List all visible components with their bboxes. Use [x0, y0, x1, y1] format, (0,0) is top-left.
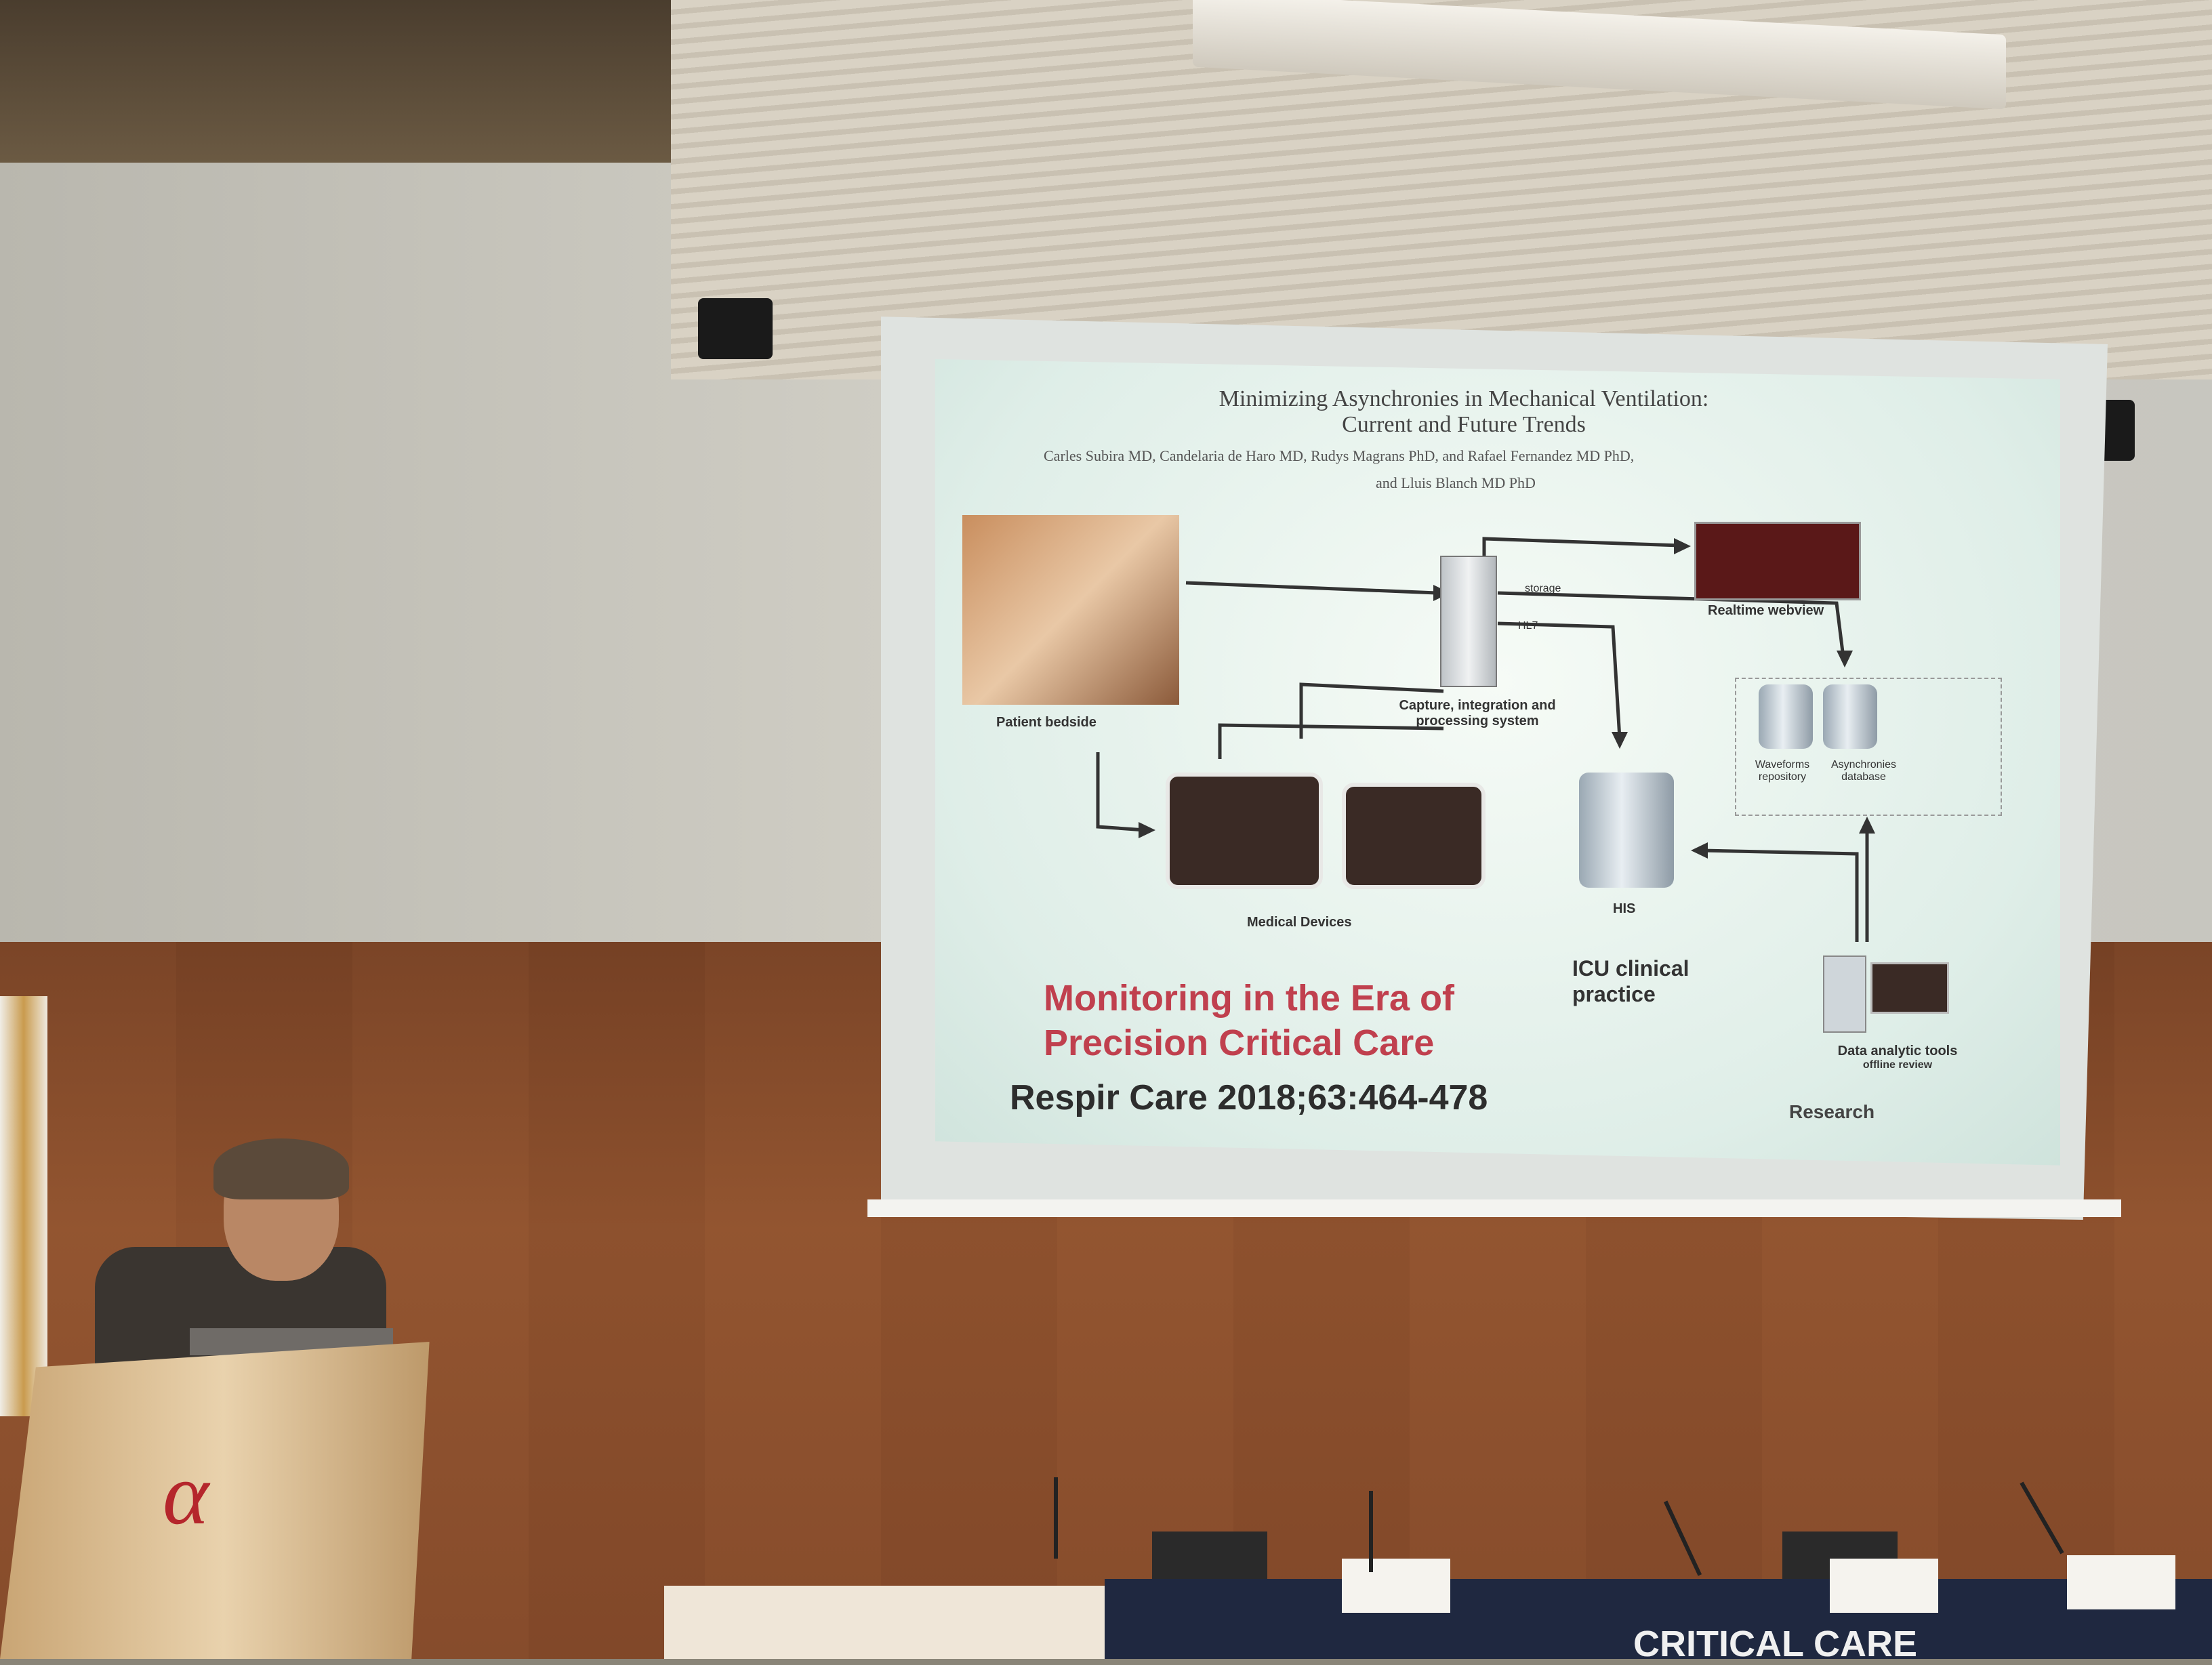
data-tools-line-1: Data analytic tools: [1837, 1044, 1958, 1058]
nameplate-2: [1830, 1559, 1938, 1613]
slide-heading: Monitoring in the Era of Precision Criti…: [1044, 976, 1454, 1065]
table-laptop-1: [1152, 1532, 1267, 1579]
icu-practice-line-1: ICU clinical: [1572, 956, 1689, 981]
presenter-hair: [213, 1138, 349, 1199]
ceiling-wood: [0, 0, 678, 163]
panel-table-top: [664, 1586, 1111, 1659]
institution-logo-icon: α: [163, 1445, 209, 1543]
data-tools-label: Data analytic tools offline review: [1809, 1044, 1986, 1071]
icu-practice-line-2: practice: [1572, 982, 1656, 1006]
arrow-devices-to-capture-2: [1218, 723, 1444, 759]
tower-pc-icon: [1823, 955, 1866, 1033]
arrow-tools-to-his: [1700, 848, 1859, 942]
asynchronies-database-label: Asynchronies database: [1823, 759, 1904, 783]
his-database-icon: [1579, 773, 1674, 888]
medical-device-monitor-2: [1342, 783, 1486, 889]
hl7-label: HL7: [1518, 620, 1538, 632]
arrow-bedside-to-capture: [1185, 581, 1437, 595]
capture-system-line-2: processing system: [1416, 714, 1539, 728]
microphone-1: [1054, 1477, 1058, 1559]
arrow-capture-to-webview: [1482, 537, 1681, 556]
medical-device-monitor-1: [1166, 773, 1323, 889]
slide-heading-line-2: Precision Critical Care: [1044, 1023, 1435, 1063]
data-tools-line-2: offline review: [1862, 1059, 1933, 1071]
nameplate-3: [2067, 1555, 2175, 1609]
waveforms-repository-label: Waveforms repository: [1742, 759, 1823, 783]
arrow-bedside-to-devices: [1096, 752, 1146, 832]
analysis-monitor-icon: [1870, 962, 1949, 1014]
realtime-webview-screen: [1694, 522, 1861, 600]
waveforms-repository-line-1: Waveforms: [1755, 759, 1810, 770]
slide-heading-line-1: Monitoring in the Era of: [1044, 978, 1454, 1019]
loudspeaker-left: [698, 298, 773, 359]
nameplate-1: [1342, 1559, 1450, 1613]
flag: [0, 996, 47, 1416]
realtime-webview-label: Realtime webview: [1708, 603, 1824, 618]
capture-system-label: Capture, integration and processing syst…: [1369, 698, 1586, 729]
screen-bottom-bar: [867, 1199, 2121, 1217]
microphone-2: [1369, 1491, 1373, 1572]
asynchronies-database-icon: [1823, 684, 1877, 749]
medical-devices-label: Medical Devices: [1247, 915, 1352, 930]
capture-system-line-1: Capture, integration and: [1399, 698, 1556, 713]
waveforms-repository-line-2: repository: [1758, 771, 1807, 783]
waveforms-repository-icon: [1759, 684, 1813, 749]
slide-citation: Respir Care 2018;63:464-478: [1010, 1078, 1488, 1117]
server-icon: [1440, 556, 1497, 687]
presentation-slide: Minimizing Asynchronies in Mechanical Ve…: [935, 359, 2060, 1166]
research-label: Research: [1789, 1101, 1875, 1122]
storage-label: storage: [1525, 583, 1561, 594]
asynchronies-database-line-1: Asynchronies: [1830, 759, 1897, 770]
icu-practice-label: ICU clinical practice: [1572, 955, 1689, 1007]
asynchronies-database-line-2: database: [1841, 771, 1886, 783]
his-label: HIS: [1613, 901, 1636, 916]
